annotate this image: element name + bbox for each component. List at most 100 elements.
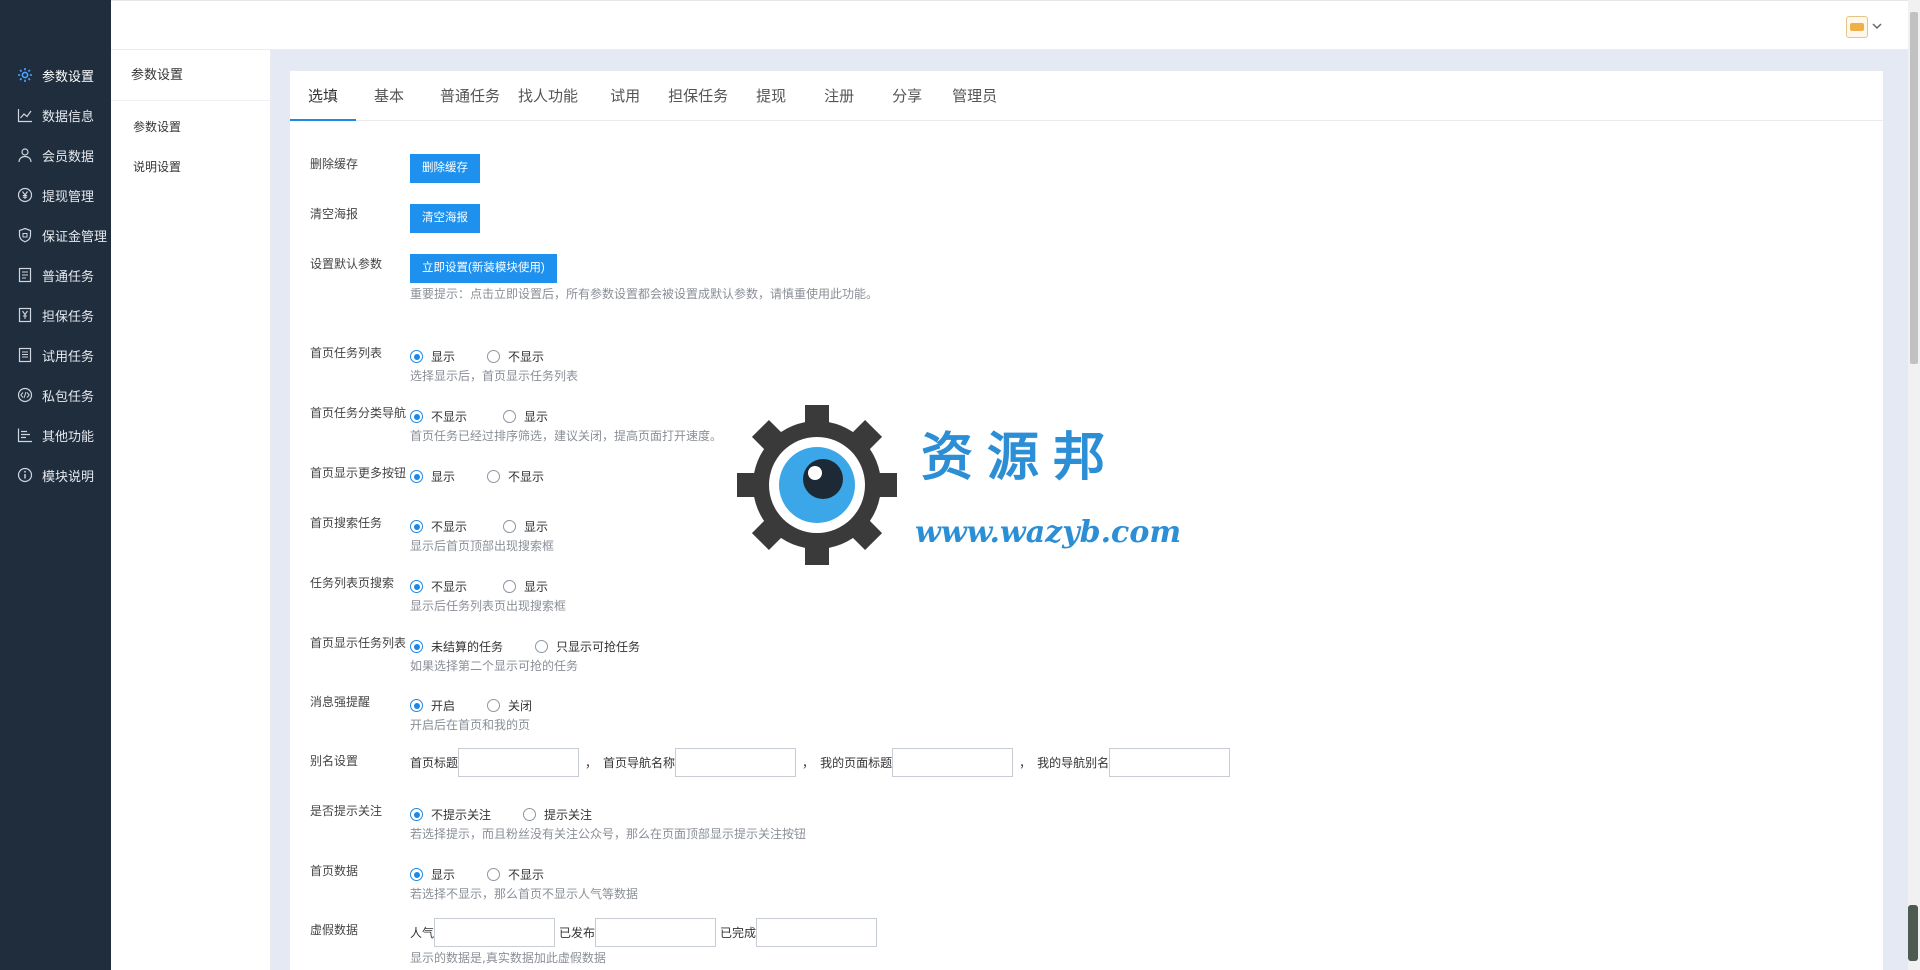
settings-panel: 选填 基本 普通任务 找人功能 试用 担保任务 提现 注册 分享 管理员 删除缓… bbox=[290, 71, 1883, 970]
sidebar-item-6[interactable]: 担保任务 bbox=[0, 295, 111, 335]
scrollbar-thumb[interactable] bbox=[1910, 12, 1918, 364]
alias-home-nav-label: 首页导航名称 bbox=[603, 756, 676, 770]
alias-home-title-input[interactable] bbox=[458, 748, 580, 777]
chevron-down-icon[interactable] bbox=[1870, 19, 1884, 33]
tab-bar: 选填 基本 普通任务 找人功能 试用 担保任务 提现 注册 分享 管理员 bbox=[290, 71, 1883, 121]
user-avatar[interactable] bbox=[1846, 16, 1868, 38]
info-icon bbox=[16, 466, 34, 484]
sidebar-item-label: 普通任务 bbox=[42, 269, 95, 285]
delete-cache-button[interactable]: 删除缓存 bbox=[410, 154, 480, 183]
alias-comma: ， bbox=[585, 756, 598, 770]
msg-remind-on-radio[interactable]: 开启 bbox=[410, 697, 455, 714]
sidebar-item-1[interactable]: 数据信息 bbox=[0, 95, 111, 135]
document-icon bbox=[16, 266, 34, 284]
sidebar-item-2[interactable]: 会员数据 bbox=[0, 135, 111, 175]
fake-published-input[interactable] bbox=[595, 918, 717, 947]
tab-trial[interactable]: 试用 bbox=[596, 71, 658, 121]
clear-poster-label: 清空海报 bbox=[310, 207, 359, 221]
home-task-nav-label: 首页任务分类导航 bbox=[310, 406, 407, 420]
yen-icon bbox=[16, 186, 34, 204]
fake-popularity-input[interactable] bbox=[434, 918, 556, 947]
fake-data-label: 虚假数据 bbox=[310, 923, 359, 937]
home-data-hide-radio[interactable]: 不显示 bbox=[487, 866, 544, 883]
sub-sidebar-title: 参数设置 bbox=[111, 50, 270, 101]
sidebar-item-label: 担保任务 bbox=[42, 309, 95, 325]
tab-guarantee-task[interactable]: 担保任务 bbox=[658, 71, 746, 121]
sidebar-item-3[interactable]: 提现管理 bbox=[0, 175, 111, 215]
user-icon bbox=[16, 146, 34, 164]
set-default-button[interactable]: 立即设置(新装模块使用) bbox=[410, 254, 557, 283]
home-data-label: 首页数据 bbox=[310, 864, 359, 878]
sidebar-item-0[interactable]: 参数设置 bbox=[0, 55, 111, 95]
list-search-hint: 显示后任务列表页出现搜索框 bbox=[410, 599, 567, 613]
alias-label: 别名设置 bbox=[310, 754, 359, 768]
home-search-hint: 显示后首页顶部出现搜索框 bbox=[410, 539, 555, 553]
alias-comma: ， bbox=[802, 756, 815, 770]
home-task-list-show-radio[interactable]: 显示 bbox=[410, 348, 455, 365]
home-data-show-radio[interactable]: 显示 bbox=[410, 866, 455, 883]
home-list-grabbable-radio[interactable]: 只显示可抢任务 bbox=[535, 638, 640, 655]
sidebar-item-10[interactable]: 模块说明 bbox=[0, 455, 111, 495]
bars-icon bbox=[16, 426, 34, 444]
sidebar-item-9[interactable]: 其他功能 bbox=[0, 415, 111, 455]
alias-my-title-label: 我的页面标题 bbox=[820, 756, 893, 770]
sidebar-item-8[interactable]: 私包任务 bbox=[0, 375, 111, 415]
list-search-hide-radio[interactable]: 不显示 bbox=[410, 578, 467, 595]
sidebar-item-5[interactable]: 普通任务 bbox=[0, 255, 111, 295]
home-list-unsettled-radio[interactable]: 未结算的任务 bbox=[410, 638, 503, 655]
home-data-hint: 若选择不显示，那么首页不显示人气等数据 bbox=[410, 887, 639, 901]
sidebar-item-4[interactable]: 保证金管理 bbox=[0, 215, 111, 255]
sub-sidebar-item-explain[interactable]: 说明设置 bbox=[111, 147, 270, 187]
home-more-btn-hide-radio[interactable]: 不显示 bbox=[487, 468, 544, 485]
sidebar-item-7[interactable]: 试用任务 bbox=[0, 335, 111, 375]
home-task-list-label: 首页任务列表 bbox=[310, 346, 383, 360]
alias-my-title-input[interactable] bbox=[892, 748, 1014, 777]
sidebar-item-label: 提现管理 bbox=[42, 189, 95, 205]
home-search-hide-radio[interactable]: 不显示 bbox=[410, 518, 467, 535]
tab-withdraw[interactable]: 提现 bbox=[746, 71, 804, 121]
sub-sidebar-item-params[interactable]: 参数设置 bbox=[111, 107, 270, 147]
side-widget[interactable] bbox=[1908, 905, 1918, 961]
home-task-nav-hint: 首页任务已经过排序筛选，建议关闭，提高页面打开速度。 bbox=[410, 429, 723, 443]
fake-completed-input[interactable] bbox=[756, 918, 878, 947]
default-params-hint: 重要提示：点击立即设置后，所有参数设置都会被设置成默认参数，请慎重使用此功能。 bbox=[410, 287, 879, 301]
sidebar-item-label: 会员数据 bbox=[42, 149, 95, 165]
tab-share[interactable]: 分享 bbox=[872, 71, 940, 121]
tab-register[interactable]: 注册 bbox=[804, 71, 872, 121]
home-more-btn-label: 首页显示更多按钮 bbox=[310, 466, 407, 480]
home-task-list-hide-radio[interactable]: 不显示 bbox=[487, 348, 544, 365]
line-chart-icon bbox=[16, 106, 34, 124]
sidebar-item-label: 保证金管理 bbox=[42, 229, 108, 245]
tab-optional[interactable]: 选填 bbox=[290, 71, 357, 121]
sidebar-item-label: 参数设置 bbox=[42, 69, 95, 85]
alias-my-nav-input[interactable] bbox=[1109, 748, 1231, 777]
alias-home-nav-input[interactable] bbox=[675, 748, 797, 777]
alias-my-nav-label: 我的导航别名 bbox=[1037, 756, 1110, 770]
follow-tip-label: 是否提示关注 bbox=[310, 804, 383, 818]
follow-tip-yes-radio[interactable]: 提示关注 bbox=[523, 806, 592, 823]
tab-basic[interactable]: 基本 bbox=[356, 71, 422, 121]
alias-home-title-label: 首页标题 bbox=[410, 756, 459, 770]
list-search-show-radio[interactable]: 显示 bbox=[503, 578, 548, 595]
msg-remind-label: 消息强提醒 bbox=[310, 695, 371, 709]
sidebar-item-label: 模块说明 bbox=[42, 469, 95, 485]
fake-published-label: 已发布 bbox=[559, 926, 596, 940]
sub-sidebar: 参数设置 参数设置 说明设置 bbox=[111, 50, 271, 970]
msg-remind-off-radio[interactable]: 关闭 bbox=[487, 697, 532, 714]
home-search-show-radio[interactable]: 显示 bbox=[503, 518, 548, 535]
page-scrollbar[interactable] bbox=[1908, 0, 1920, 970]
home-task-list-hint: 选择显示后，首页显示任务列表 bbox=[410, 369, 579, 383]
gear-icon bbox=[16, 66, 34, 84]
home-more-btn-show-radio[interactable]: 显示 bbox=[410, 468, 455, 485]
tab-normal-task[interactable]: 普通任务 bbox=[422, 71, 508, 121]
tab-find-people[interactable]: 找人功能 bbox=[508, 71, 596, 121]
home-task-nav-show-radio[interactable]: 显示 bbox=[503, 408, 548, 425]
fake-popularity-label: 人气 bbox=[410, 926, 435, 940]
fake-data-hint: 显示的数据是,真实数据加此虚假数据 bbox=[410, 951, 606, 965]
home-task-nav-hide-radio[interactable]: 不显示 bbox=[410, 408, 467, 425]
clear-poster-button[interactable]: 清空海报 bbox=[410, 204, 480, 233]
follow-tip-no-radio[interactable]: 不提示关注 bbox=[410, 806, 491, 823]
tab-admin[interactable]: 管理员 bbox=[940, 71, 1015, 121]
delete-cache-label: 删除缓存 bbox=[310, 157, 359, 171]
alias-comma: ， bbox=[1019, 756, 1032, 770]
